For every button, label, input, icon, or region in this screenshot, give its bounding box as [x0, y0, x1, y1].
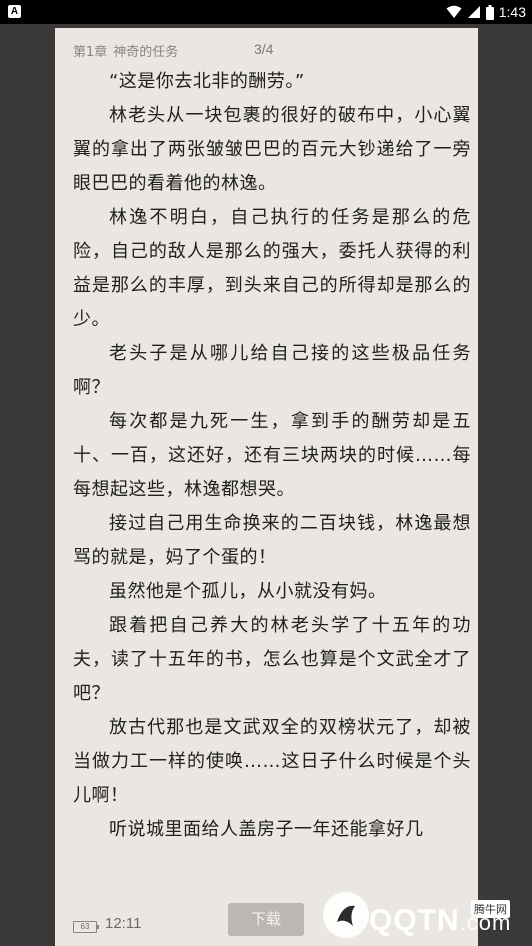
paragraph: 接过自己用生命换来的二百块钱，林逸最想骂的就是，妈了个蛋的！	[73, 513, 471, 568]
signal-icon	[467, 6, 480, 18]
paragraph: “这是你去北非的酬劳。”	[109, 71, 305, 92]
download-button[interactable]: 下载	[228, 903, 304, 936]
paragraph: 林逸不明白，自己执行的任务是那么的危险，自己的敌人是那么的强大，委托人获得的利益…	[73, 207, 471, 330]
chapter-number: 第1章	[73, 45, 108, 60]
qqtn-logo-icon	[337, 905, 355, 926]
watermark-logo-icon	[323, 892, 369, 938]
reader-battery-icon: 63	[73, 921, 99, 933]
watermark-tag: 腾牛网	[471, 900, 510, 918]
paragraph: 老头子是从哪儿给自己接的这些极品任务啊？	[73, 343, 471, 398]
battery-icon	[485, 4, 494, 20]
status-time: 1:43	[498, 4, 526, 20]
reader-clock: 12:11	[105, 915, 142, 932]
chapter-header: 第1章 神奇的任务	[73, 41, 178, 60]
paragraph: 每次都是九死一生，拿到手的酬劳却是五十、一百，这还好，还有三块两块的时候……每每…	[73, 411, 471, 500]
paragraph: 放古代那也是文武双全的双榜状元了，却被当做力工一样的使唤……这日子什么时候是个头…	[73, 717, 471, 806]
status-bar: A 1:43	[0, 0, 532, 24]
page-indicator: 3/4	[254, 41, 274, 57]
paragraph: 虽然他是个孤儿，从小就没有妈。	[109, 581, 387, 602]
paragraph: 听说城里面给人盖房子一年还能拿好几	[109, 819, 424, 840]
chapter-title: 神奇的任务	[113, 45, 179, 60]
watermark-brand: QQTN	[369, 904, 460, 937]
paragraph: 跟着把自己养大的林老头学了十五年的功夫，读了十五年的书，怎么也算是个文武全才了吧…	[73, 615, 471, 704]
chapter-content: “这是你去北非的酬劳。” 林老头从一块包裹的很好的破布中，小心翼翼的拿出了两张皱…	[73, 65, 471, 847]
wifi-icon	[446, 5, 462, 18]
reader-page[interactable]: 第1章 神奇的任务 3/4 “这是你去北非的酬劳。” 林老头从一块包裹的很好的破布…	[55, 28, 478, 946]
paragraph: 林老头从一块包裹的很好的破布中，小心翼翼的拿出了两张皱皱巴巴的百元大钞递给了一旁…	[73, 105, 471, 194]
status-icons: 1:43	[446, 0, 526, 24]
site-watermark: QQTN.com 腾牛网	[323, 890, 525, 942]
app-notification-icon: A	[8, 5, 21, 18]
